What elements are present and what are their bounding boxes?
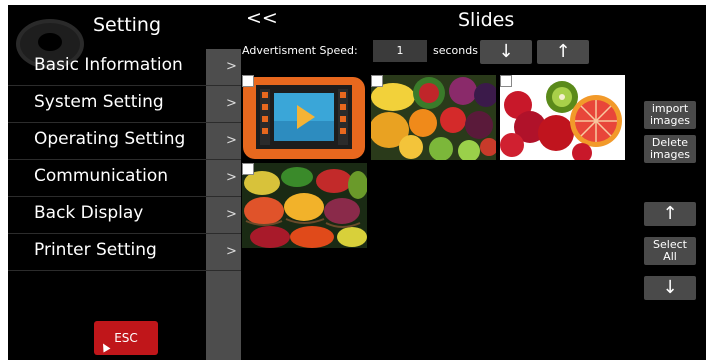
- import-images-label-line2: images: [650, 114, 690, 127]
- chevron-right-icon: >: [226, 170, 237, 185]
- thumbnail-checkbox[interactable]: [500, 75, 512, 87]
- import-images-button[interactable]: import images: [644, 101, 696, 129]
- sidebar-item-label: System Setting: [34, 92, 164, 112]
- speed-down-button[interactable]: ↓: [480, 40, 532, 64]
- chevron-right-icon: >: [226, 244, 237, 259]
- slide-thumbnail[interactable]: [242, 75, 367, 160]
- page-title: Slides: [458, 9, 515, 31]
- sidebar-item-printer-setting[interactable]: Printer Setting >: [8, 234, 241, 271]
- speed-label: Advertisment Speed:: [242, 44, 358, 57]
- seconds-label: seconds: [433, 44, 478, 57]
- speed-up-button[interactable]: ↑: [537, 40, 589, 64]
- slide-thumbnail[interactable]: [371, 75, 496, 160]
- thumbnail-checkbox[interactable]: [371, 75, 383, 87]
- fruit-pile-image: [371, 75, 496, 160]
- slide-thumbnail[interactable]: [500, 75, 625, 160]
- chevron-right-icon: >: [226, 59, 237, 74]
- screen: Setting Basic Information > System Setti…: [8, 5, 706, 360]
- delete-images-label-line2: images: [650, 148, 690, 161]
- sidebar-header: Setting: [8, 5, 213, 69]
- sidebar-item-label: Operating Setting: [34, 129, 186, 149]
- move-down-button[interactable]: ↓: [644, 276, 696, 300]
- sidebar-item-label: Communication: [34, 166, 168, 186]
- delete-images-button[interactable]: Delete images: [644, 135, 696, 163]
- sidebar-item-label: Printer Setting: [34, 240, 157, 260]
- thumbnail-checkbox[interactable]: [242, 163, 254, 175]
- sidebar-item-label: Basic Information: [34, 55, 183, 75]
- sidebar-item-system-setting[interactable]: System Setting >: [8, 86, 241, 123]
- settings-menu: Basic Information > System Setting > Ope…: [8, 49, 241, 271]
- sidebar-item-communication[interactable]: Communication >: [8, 160, 241, 197]
- chevron-right-icon: >: [226, 133, 237, 148]
- speed-input[interactable]: 1: [373, 40, 427, 62]
- fruit-slices-image: [500, 75, 625, 160]
- chevron-right-icon: >: [226, 96, 237, 111]
- sidebar-item-operating-setting[interactable]: Operating Setting >: [8, 123, 241, 160]
- fruit-baskets-image: [242, 163, 367, 248]
- video-file-icon: [243, 77, 365, 159]
- sidebar-item-label: Back Display: [34, 203, 144, 223]
- move-up-button[interactable]: ↑: [644, 202, 696, 226]
- select-all-label-line2: All: [663, 250, 677, 263]
- sidebar-item-back-display[interactable]: Back Display >: [8, 197, 241, 234]
- thumbnail-checkbox[interactable]: [242, 75, 254, 87]
- slide-thumbnail[interactable]: [242, 163, 367, 248]
- chevron-right-icon: >: [226, 207, 237, 222]
- sidebar-item-basic-information[interactable]: Basic Information >: [8, 49, 241, 86]
- back-button[interactable]: <<: [246, 7, 278, 29]
- sidebar-title: Setting: [93, 14, 162, 36]
- select-all-button[interactable]: Select All: [644, 237, 696, 265]
